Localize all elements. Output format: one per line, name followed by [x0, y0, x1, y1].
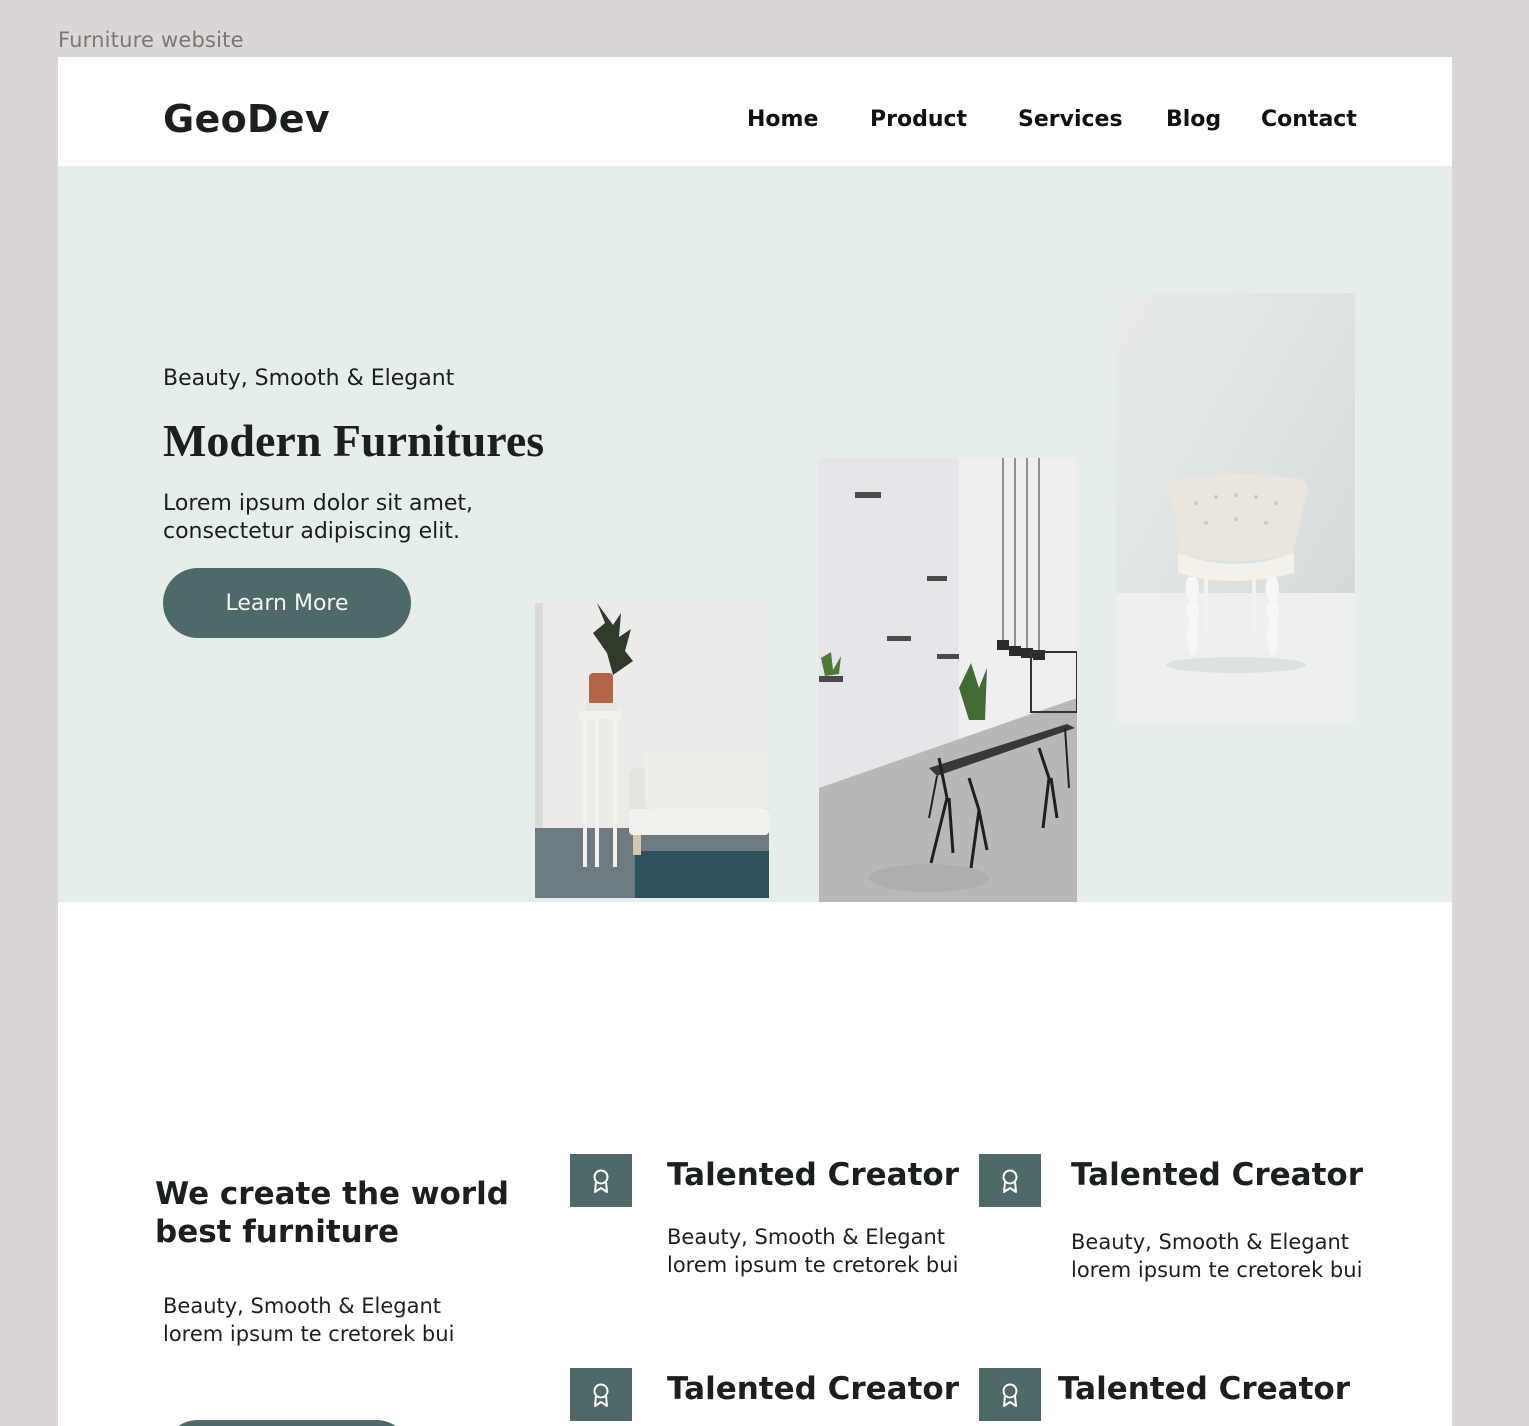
card-title: Talented Creator [667, 1157, 960, 1193]
card-title: Talented Creator [1058, 1371, 1351, 1407]
hero-title: Modern Furnitures [163, 415, 545, 466]
sofa-photo [535, 603, 769, 898]
nav-item-blog[interactable]: Blog [1166, 107, 1221, 132]
site-header: GeoDev Home Product Services Blog Contac… [58, 57, 1452, 166]
card-description: Beauty, Smooth & Elegant lorem ipsum te … [667, 1223, 987, 1279]
award-icon [570, 1368, 632, 1421]
page: GeoDev Home Product Services Blog Contac… [58, 57, 1452, 1426]
card-body: lorem ipsum te cretorek bui [1071, 1258, 1363, 1282]
card-title: Talented Creator [1071, 1157, 1364, 1193]
site-logo[interactable]: GeoDev [163, 97, 330, 141]
nav-item-home[interactable]: Home [747, 107, 818, 132]
hero-section: Beauty, Smooth & Elegant Modern Furnitur… [58, 166, 1452, 902]
card-tagline: Beauty, Smooth & Elegant [667, 1225, 946, 1249]
hero-description: Lorem ipsum dolor sit amet, consectetur … [163, 491, 474, 544]
award-icon [570, 1154, 632, 1207]
card-body: lorem ipsum te cretorek bui [667, 1253, 959, 1277]
features-cta-button[interactable] [163, 1420, 411, 1426]
award-icon [979, 1368, 1041, 1421]
dining-room-photo [819, 458, 1077, 902]
card-description: Beauty, Smooth & Elegant lorem ipsum te … [1071, 1228, 1391, 1284]
nav-item-product[interactable]: Product [870, 107, 967, 132]
frame-label: Furniture website [58, 28, 244, 52]
hero-tagline: Beauty, Smooth & Elegant [163, 366, 455, 391]
chair-photo [1116, 293, 1355, 722]
nav-item-services[interactable]: Services [1018, 107, 1123, 132]
card-tagline: Beauty, Smooth & Elegant [1071, 1230, 1350, 1254]
features-body: lorem ipsum te cretorek bui [163, 1322, 455, 1346]
learn-more-button[interactable]: Learn More [163, 568, 411, 638]
card-title: Talented Creator [667, 1371, 960, 1407]
features-heading: We create the world best furniture [155, 1176, 509, 1250]
award-icon [979, 1154, 1041, 1207]
features-tagline: Beauty, Smooth & Elegant [163, 1294, 442, 1318]
nav-item-contact[interactable]: Contact [1261, 107, 1357, 132]
features-description: Beauty, Smooth & Elegant lorem ipsum te … [163, 1292, 503, 1348]
